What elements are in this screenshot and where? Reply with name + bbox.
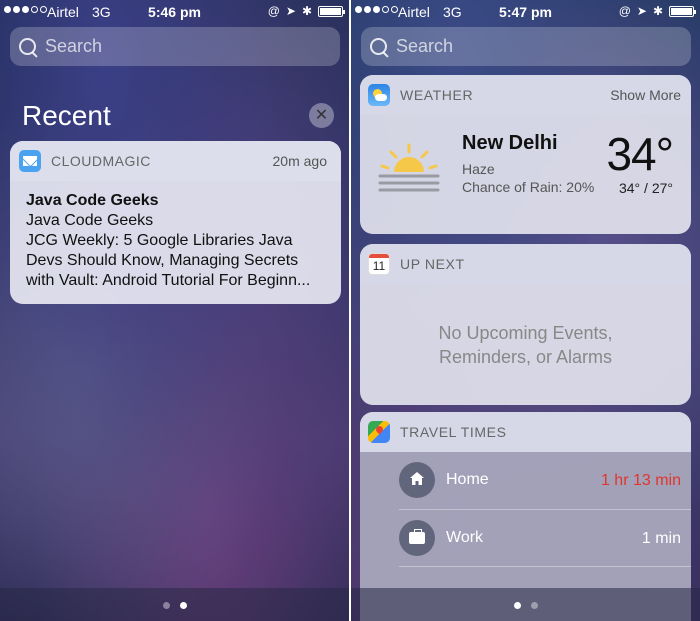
weather-app-icon (368, 84, 390, 106)
rotation-lock-icon: @ (267, 4, 280, 18)
location-icon: ➤ (285, 4, 296, 18)
notification-body: Java Code Geeks Java Code Geeks JCG Week… (10, 181, 341, 301)
travel-time: 1 min (641, 530, 681, 547)
rotation-lock-icon: @ (618, 4, 631, 18)
travel-row-home[interactable]: Home 1 hr 13 min (360, 452, 691, 509)
search-icon (18, 37, 38, 57)
search-placeholder: Search (396, 36, 454, 56)
right-screen: Airtel 3G 5:47 pm @ ➤ ✱ Search WEATHER S… (351, 0, 700, 621)
recent-heading: Recent (22, 100, 111, 131)
up-next-message-line2: Reminders, or Alarms (438, 346, 613, 367)
travel-row-work[interactable]: Work 1 min (360, 510, 691, 567)
search-placeholder: Search (45, 36, 103, 56)
notification-card[interactable]: CLOUDMAGIC 20m ago Java Code Geeks Java … (10, 141, 341, 304)
travel-time: 1 hr 13 min (600, 472, 681, 489)
bluetooth-icon: ✱ (301, 4, 312, 18)
weather-widget-header: WEATHER Show More (360, 75, 691, 115)
notification-message: JCG Weekly: 5 Google Libraries Java Devs… (26, 232, 311, 289)
page-indicator[interactable] (351, 602, 700, 609)
location-icon: ➤ (636, 4, 647, 18)
weather-temperature: 34° (606, 128, 674, 180)
briefcase-icon (399, 520, 435, 556)
row-divider (399, 566, 691, 567)
travel-destination: Work (446, 529, 484, 546)
left-screen: Airtel 3G 5:46 pm @ ➤ ✱ Search Recent ✕ … (0, 0, 349, 621)
weather-condition: Haze (462, 161, 495, 177)
search-icon (369, 37, 389, 57)
weather-rain-chance: Chance of Rain: 20% (462, 179, 595, 195)
notification-title: Java Code Geeks (26, 192, 159, 209)
show-more-button[interactable]: Show More (610, 87, 681, 103)
bluetooth-icon: ✱ (652, 4, 663, 18)
page-dot[interactable] (530, 602, 538, 609)
clear-notifications-button[interactable]: ✕ (309, 103, 334, 128)
search-bar[interactable]: Search (361, 27, 691, 66)
up-next-widget[interactable]: 11 UP NEXT No Upcoming Events, Reminders… (360, 244, 691, 405)
notification-header: CLOUDMAGIC 20m ago (10, 141, 341, 181)
sun-icon (378, 143, 440, 192)
notification-time: 20m ago (272, 153, 327, 169)
mail-icon (19, 150, 41, 172)
page-dot-active[interactable] (513, 602, 521, 609)
page-dot-active[interactable] (179, 602, 187, 609)
travel-times-app-name: TRAVEL TIMES (400, 424, 507, 440)
weather-app-name: WEATHER (400, 87, 474, 103)
travel-destination: Home (446, 471, 489, 488)
up-next-body: No Upcoming Events, Reminders, or Alarms (360, 284, 691, 405)
up-next-header: 11 UP NEXT (360, 244, 691, 284)
search-bar[interactable]: Search (10, 27, 340, 66)
calendar-icon: 11 (368, 253, 390, 275)
home-icon (399, 462, 435, 498)
up-next-message-line1: No Upcoming Events, (438, 322, 613, 343)
status-bar: Airtel 3G 5:46 pm @ ➤ ✱ (0, 0, 349, 24)
weather-city: New Delhi (462, 132, 558, 154)
battery-icon (318, 5, 345, 17)
page-indicator[interactable] (0, 602, 349, 609)
status-icons: @ ➤ ✱ (267, 4, 345, 18)
maps-icon (368, 421, 390, 443)
travel-times-header: TRAVEL TIMES (360, 412, 691, 452)
weather-body: New Delhi Haze Chance of Rain: 20% 34° 3… (360, 115, 691, 234)
close-icon: ✕ (314, 107, 329, 124)
up-next-app-name: UP NEXT (400, 256, 465, 272)
weather-high-low: 34° / 27° (618, 180, 673, 196)
status-bar: Airtel 3G 5:47 pm @ ➤ ✱ (351, 0, 700, 24)
page-dot[interactable] (162, 602, 170, 609)
notification-subtitle: Java Code Geeks (26, 212, 154, 229)
battery-icon (669, 5, 696, 17)
status-icons: @ ➤ ✱ (618, 4, 696, 18)
weather-widget[interactable]: WEATHER Show More New Delhi Haze Chance … (360, 75, 691, 234)
notification-app-name: CLOUDMAGIC (51, 153, 151, 169)
